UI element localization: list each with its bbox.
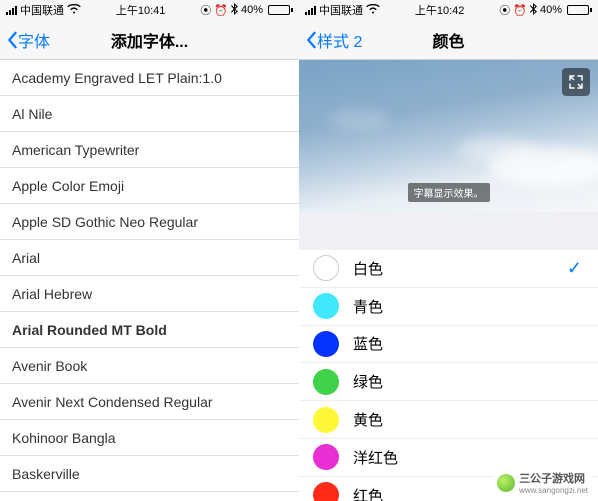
color-swatch <box>313 369 339 395</box>
subtitle-preview: 字幕显示效果。 <box>408 183 490 202</box>
wifi-icon <box>67 3 81 17</box>
font-row[interactable]: Arial <box>0 240 299 276</box>
status-bar-right: 中国联通 上午10:42 ⦿ ⏰ 40% <box>299 0 598 20</box>
watermark-icon <box>497 474 515 492</box>
wifi-icon <box>366 3 380 17</box>
color-swatch <box>313 293 339 319</box>
font-name: Academy Engraved LET Plain:1.0 <box>12 70 222 86</box>
color-label: 白色 <box>353 258 383 279</box>
color-label: 洋红色 <box>353 447 398 468</box>
status-icon: ⦿ <box>499 2 510 18</box>
color-list[interactable]: 白色 ✓ 青色蓝色绿色黄色洋红色红色 <box>299 250 598 501</box>
phone-left: 中国联通 上午10:41 ⦿ ⏰ 40% 字体 添加字体... <box>0 0 299 501</box>
bluetooth-icon <box>231 3 238 18</box>
signal-icon <box>6 6 17 15</box>
carrier-label: 中国联通 <box>20 2 64 18</box>
nav-bar-left: 字体 添加字体... <box>0 20 299 60</box>
nav-title: 添加字体... <box>111 28 188 52</box>
font-name: American Typewriter <box>12 142 139 158</box>
color-label: 红色 <box>353 485 383 501</box>
font-row[interactable]: Baskerville <box>0 456 299 492</box>
back-label: 样式 2 <box>317 28 362 52</box>
carrier-label: 中国联通 <box>319 2 363 18</box>
battery-percent: 40% <box>540 4 562 16</box>
color-swatch <box>313 407 339 433</box>
back-label: 字体 <box>18 28 50 52</box>
color-row[interactable]: 蓝色 <box>299 326 598 364</box>
color-label: 绿色 <box>353 371 383 392</box>
status-time: 上午10:41 <box>116 2 166 18</box>
font-name: Avenir Book <box>12 358 87 374</box>
watermark-url: www.sangongzi.net <box>519 486 588 495</box>
font-list[interactable]: Academy Engraved LET Plain:1.0 Al Nile Ame… <box>0 60 299 492</box>
checkmark-icon: ✓ <box>567 258 582 279</box>
color-label: 蓝色 <box>353 333 383 354</box>
font-row[interactable]: American Typewriter <box>0 132 299 168</box>
phone-right: 中国联通 上午10:42 ⦿ ⏰ 40% 样式 2 颜色 <box>299 0 598 501</box>
font-row[interactable]: Arial Hebrew <box>0 276 299 312</box>
color-row[interactable]: 绿色 <box>299 363 598 401</box>
color-row[interactable]: 黄色 <box>299 401 598 439</box>
font-row[interactable]: Al Nile <box>0 96 299 132</box>
color-swatch <box>313 255 339 281</box>
font-row[interactable]: Apple Color Emoji <box>0 168 299 204</box>
font-name: Kohinoor Bangla <box>12 430 116 446</box>
section-spacer <box>299 212 598 250</box>
font-row[interactable]: Apple SD Gothic Neo Regular <box>0 204 299 240</box>
font-name: Arial <box>12 250 40 266</box>
status-icon: ⦿ <box>200 2 211 18</box>
watermark: 三公子游戏网 www.sangongzi.net <box>493 468 592 497</box>
font-name: Baskerville <box>12 466 80 482</box>
color-label: 青色 <box>353 296 383 317</box>
nav-bar-right: 样式 2 颜色 <box>299 20 598 60</box>
color-swatch <box>313 331 339 357</box>
font-row[interactable]: Kohinoor Bangla <box>0 420 299 456</box>
font-name: Apple Color Emoji <box>12 178 124 194</box>
font-name: Avenir Next Condensed Regular <box>12 394 213 410</box>
font-name: Apple SD Gothic Neo Regular <box>12 214 198 230</box>
signal-icon <box>305 6 316 15</box>
nav-title: 颜色 <box>432 28 464 52</box>
alarm-icon: ⏰ <box>214 4 228 17</box>
preview-area: 字幕显示效果。 <box>299 60 598 212</box>
expand-button[interactable] <box>562 68 590 96</box>
back-button[interactable]: 字体 <box>6 28 50 52</box>
status-time: 上午10:42 <box>415 2 465 18</box>
alarm-icon: ⏰ <box>513 4 527 17</box>
watermark-text: 三公子游戏网 <box>519 470 588 486</box>
font-name: Arial Rounded MT Bold <box>12 322 167 338</box>
battery-icon <box>266 5 293 15</box>
battery-percent: 40% <box>241 4 263 16</box>
color-label: 黄色 <box>353 409 383 430</box>
font-name: Al Nile <box>12 106 52 122</box>
back-button[interactable]: 样式 2 <box>305 28 362 52</box>
font-row[interactable]: Avenir Book <box>0 348 299 384</box>
font-name: Arial Hebrew <box>12 286 92 302</box>
color-row[interactable]: 青色 <box>299 288 598 326</box>
battery-icon <box>565 5 592 15</box>
color-row[interactable]: 白色 ✓ <box>299 250 598 288</box>
font-row[interactable]: Avenir Next Condensed Regular <box>0 384 299 420</box>
status-bar-left: 中国联通 上午10:41 ⦿ ⏰ 40% <box>0 0 299 20</box>
color-swatch <box>313 482 339 501</box>
color-swatch <box>313 444 339 470</box>
bluetooth-icon <box>530 3 537 18</box>
font-row[interactable]: Academy Engraved LET Plain:1.0 <box>0 60 299 96</box>
font-row[interactable]: Arial Rounded MT Bold <box>0 312 299 348</box>
